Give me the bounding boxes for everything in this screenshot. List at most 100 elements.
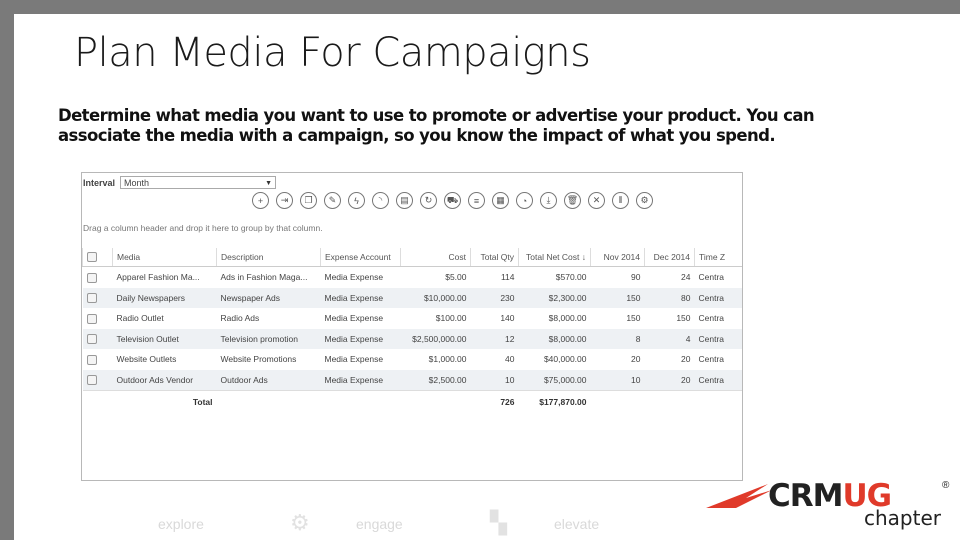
cell-total-net-cost: $8,000.00 [518, 328, 591, 349]
cell-media: Website Outlets [116, 354, 177, 365]
table-row[interactable]: Television Outlet Television promotion M… [82, 328, 742, 349]
import-icon[interactable]: ⇥ [276, 192, 293, 209]
cart-icon[interactable]: ⛟ [444, 192, 461, 209]
document-icon[interactable]: ▤ [396, 192, 413, 209]
cell-nov-2014: 150 [590, 287, 645, 308]
cell-total-net-cost: $570.00 [555, 272, 587, 283]
column-header-total-qty[interactable]: Total Qty [470, 248, 519, 267]
total-qty: 726 [470, 390, 519, 413]
cell-total-qty: 12 [470, 328, 519, 349]
add-icon[interactable]: + [252, 192, 269, 209]
edit-icon[interactable]: ✎ [324, 192, 341, 209]
cell-media: Apparel Fashion Ma... [116, 272, 200, 283]
refresh-icon[interactable]: ↻ [420, 192, 437, 209]
total-net-cost: $177,870.00 [518, 390, 591, 413]
slide: Plan Media For Campaigns Determine what … [14, 14, 960, 540]
logo-crm: CRM [768, 478, 843, 514]
total-row: Total 726 $177,870.00 [82, 390, 742, 413]
column-header-cost[interactable]: Cost [400, 248, 471, 267]
row-checkbox[interactable] [86, 293, 97, 304]
logo-registered: ® [942, 480, 950, 491]
cell-description: Ads in Fashion Maga... [220, 272, 308, 283]
interval-value: Month [124, 178, 150, 188]
select-all-cell[interactable] [82, 248, 113, 267]
select-all-checkbox[interactable] [87, 252, 97, 263]
cell-total-net-cost: $75,000.00 [518, 369, 591, 391]
cell-media: Radio Outlet [116, 313, 164, 324]
cell-total-qty: 10 [470, 369, 519, 391]
crmug-logo: CRMUG ® chapter [706, 478, 956, 538]
cell-cost: $100.00 [435, 313, 467, 324]
interval-label: Interval [83, 178, 116, 188]
footer-elevate: elevate [554, 516, 600, 532]
cell-cost: $2,500,000.00 [400, 328, 471, 349]
cell-expense-account: Media Expense [324, 354, 384, 365]
expand-icon[interactable]: ✕ [588, 192, 605, 209]
table-row[interactable]: Website Outlets Website Promotions Media… [83, 349, 743, 370]
settings-icon[interactable]: ⚙ [636, 192, 653, 209]
crm-grid-screenshot: Interval Month ▼ + ⇥ ❐ ✎ ϟ ◝ ▤ ↻ ⛟ ≡ ▦ ◔… [81, 172, 743, 481]
pie-chart-icon[interactable]: ◔ [516, 192, 533, 209]
cell-total-net-cost: $2,300.00 [518, 287, 591, 308]
table-row[interactable]: Outdoor Ads Vendor Outdoor Ads Media Exp… [82, 369, 742, 391]
cell-nov-2014: 10 [590, 369, 645, 391]
logo-chapter: chapter [864, 506, 941, 530]
gear-icon: ⚙ [290, 510, 310, 535]
cell-total-qty: 40 [505, 354, 515, 365]
column-header-media[interactable]: Media [112, 248, 217, 267]
group-by-hint: Drag a column header and drop it here to… [83, 223, 323, 233]
cell-expense-account: Media Expense [320, 287, 401, 308]
interval-select[interactable]: Month ▼ [120, 176, 276, 189]
cell-dec-2014: 150 [676, 313, 691, 324]
cell-media: Daily Newspapers [112, 287, 217, 308]
row-checkbox[interactable] [86, 354, 97, 365]
cell-dec-2014: 80 [644, 287, 695, 308]
row-checkbox[interactable] [86, 313, 97, 324]
cell-description: Television promotion [216, 328, 321, 349]
table-row[interactable]: Apparel Fashion Ma... Ads in Fashion Mag… [83, 267, 743, 288]
lightning-icon[interactable]: ϟ [348, 192, 365, 209]
cell-total-net-cost: $8,000.00 [548, 313, 587, 324]
row-checkbox[interactable] [86, 334, 97, 345]
row-checkbox[interactable] [86, 272, 97, 283]
cell-time-zone: Centra [698, 354, 725, 365]
table-row[interactable]: Daily Newspapers Newspaper Ads Media Exp… [82, 287, 742, 308]
column-header-time-zone[interactable]: Time Z [694, 248, 742, 267]
logo-swoosh-icon [706, 484, 772, 508]
cell-cost: $5.00 [445, 272, 467, 283]
copy-icon[interactable]: ❐ [300, 192, 317, 209]
cell-description: Website Promotions [220, 354, 297, 365]
cell-dec-2014: 24 [681, 272, 691, 283]
cell-time-zone: Centra [694, 369, 742, 391]
cell-dec-2014: 20 [681, 354, 691, 365]
total-label: Total [112, 390, 217, 413]
cell-expense-account: Media Expense [320, 328, 401, 349]
cell-expense-account: Media Expense [324, 313, 384, 324]
table-header-row: Media Description Expense Account Cost T… [82, 248, 742, 267]
cell-total-qty: 230 [470, 287, 519, 308]
download-icon[interactable]: ⤓ [540, 192, 557, 209]
cell-cost: $2,500.00 [400, 369, 471, 391]
column-header-expense-account[interactable]: Expense Account [320, 248, 401, 267]
column-header-nov-2014[interactable]: Nov 2014 [590, 248, 645, 267]
delete-icon[interactable]: 🗑 [564, 192, 581, 209]
database-icon[interactable]: ≡ [468, 192, 485, 209]
row-checkbox[interactable] [86, 375, 97, 386]
column-header-total-net-cost[interactable]: Total Net Cost ↓ [518, 248, 591, 267]
report-icon[interactable]: ▦ [492, 192, 509, 209]
cell-nov-2014: 150 [626, 313, 641, 324]
cell-media: Television Outlet [112, 328, 217, 349]
cell-total-qty: 114 [500, 272, 515, 283]
feed-icon[interactable]: ◝ [372, 192, 389, 209]
cell-nov-2014: 8 [590, 328, 645, 349]
cell-nov-2014: 90 [631, 272, 641, 283]
cell-expense-account: Media Expense [324, 272, 384, 283]
cell-description: Newspaper Ads [216, 287, 321, 308]
columns-icon[interactable]: ⫴ [612, 192, 629, 209]
cell-cost: $1,000.00 [428, 354, 467, 365]
column-header-dec-2014[interactable]: Dec 2014 [644, 248, 695, 267]
media-table: Media Description Expense Account Cost T… [82, 248, 743, 413]
table-row[interactable]: Radio Outlet Radio Ads Media Expense $10… [83, 308, 743, 329]
column-header-description[interactable]: Description [216, 248, 321, 267]
cell-media: Outdoor Ads Vendor [112, 369, 217, 391]
